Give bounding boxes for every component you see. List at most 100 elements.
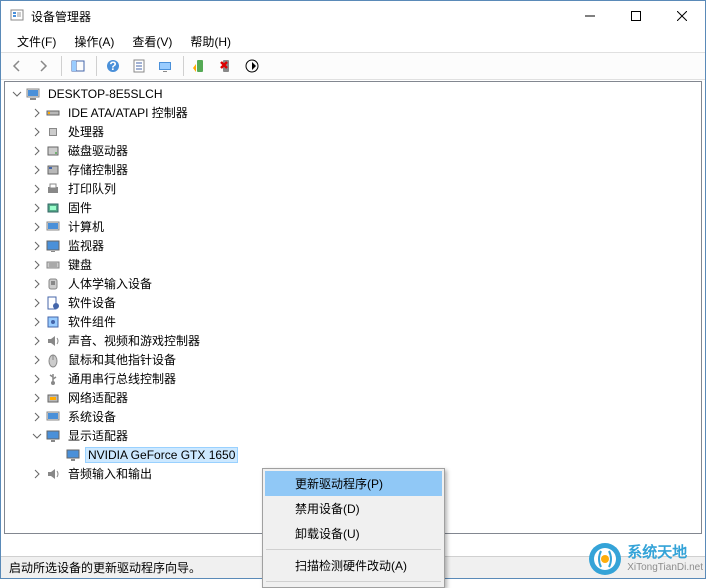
tree-category[interactable]: 系统设备 xyxy=(5,407,701,426)
menubar: 文件(F) 操作(A) 查看(V) 帮助(H) xyxy=(1,31,705,52)
menu-action[interactable]: 操作(A) xyxy=(66,31,122,52)
root-label[interactable]: DESKTOP-8E5SLCH xyxy=(45,86,166,102)
chevron-right-icon[interactable] xyxy=(29,143,45,159)
category-label[interactable]: 通用串行总线控制器 xyxy=(65,369,179,388)
device-category-icon xyxy=(45,257,61,273)
device-category-icon xyxy=(45,219,61,235)
tree-category[interactable]: 软件组件 xyxy=(5,312,701,331)
uninstall-button[interactable] xyxy=(214,54,238,78)
chevron-down-icon[interactable] xyxy=(9,86,25,102)
device-label[interactable]: NVIDIA GeForce GTX 1650 xyxy=(85,447,238,463)
category-label[interactable]: 监视器 xyxy=(65,236,107,255)
category-label[interactable]: 存储控制器 xyxy=(65,160,131,179)
category-label[interactable]: 音频输入和输出 xyxy=(65,464,155,483)
device-category-icon xyxy=(45,314,61,330)
properties-button[interactable] xyxy=(127,54,151,78)
tree-category[interactable]: IDE ATA/ATAPI 控制器 xyxy=(5,103,701,122)
toolbar-separator xyxy=(96,56,97,76)
device-tree[interactable]: DESKTOP-8E5SLCH IDE ATA/ATAPI 控制器处理器磁盘驱动… xyxy=(4,81,702,534)
titlebar: 设备管理器 xyxy=(1,1,705,31)
maximize-button[interactable] xyxy=(613,1,659,31)
category-label[interactable]: 软件设备 xyxy=(65,293,119,312)
tree-category[interactable]: 网络适配器 xyxy=(5,388,701,407)
category-label[interactable]: 固件 xyxy=(65,198,95,217)
tree-category[interactable]: 监视器 xyxy=(5,236,701,255)
chevron-right-icon[interactable] xyxy=(29,162,45,178)
tree-category[interactable]: 通用串行总线控制器 xyxy=(5,369,701,388)
status-text: 启动所选设备的更新驱动程序向导。 xyxy=(9,559,201,576)
tree-device-gpu[interactable]: NVIDIA GeForce GTX 1650 xyxy=(5,445,701,464)
display-adapter-icon xyxy=(45,428,61,444)
chevron-right-icon[interactable] xyxy=(29,257,45,273)
device-category-icon xyxy=(45,162,61,178)
scan-button[interactable] xyxy=(153,54,177,78)
tree-category[interactable]: 固件 xyxy=(5,198,701,217)
ctx-disable-device[interactable]: 禁用设备(D) xyxy=(265,496,442,521)
tree-category[interactable]: 存储控制器 xyxy=(5,160,701,179)
chevron-down-icon[interactable] xyxy=(29,428,45,444)
category-label[interactable]: 软件组件 xyxy=(65,312,119,331)
chevron-right-icon[interactable] xyxy=(29,314,45,330)
chevron-right-icon[interactable] xyxy=(29,238,45,254)
chevron-right-icon[interactable] xyxy=(29,105,45,121)
category-label[interactable]: 人体学输入设备 xyxy=(65,274,155,293)
category-label[interactable]: 打印队列 xyxy=(65,179,119,198)
back-button[interactable] xyxy=(5,54,29,78)
tree-category[interactable]: 声音、视频和游戏控制器 xyxy=(5,331,701,350)
toolbar: ? xyxy=(1,52,705,80)
tree-category[interactable]: 处理器 xyxy=(5,122,701,141)
tree-category[interactable]: 鼠标和其他指针设备 xyxy=(5,350,701,369)
window-title: 设备管理器 xyxy=(31,8,567,25)
chevron-right-icon[interactable] xyxy=(29,295,45,311)
tree-root[interactable]: DESKTOP-8E5SLCH xyxy=(5,84,701,103)
device-category-icon xyxy=(45,181,61,197)
chevron-right-icon[interactable] xyxy=(29,352,45,368)
forward-button[interactable] xyxy=(31,54,55,78)
category-label[interactable]: 磁盘驱动器 xyxy=(65,141,131,160)
show-hide-button[interactable] xyxy=(66,54,90,78)
category-label[interactable]: 鼠标和其他指针设备 xyxy=(65,350,179,369)
ctx-uninstall-device[interactable]: 卸载设备(U) xyxy=(265,521,442,546)
update-button[interactable] xyxy=(240,54,264,78)
help-button[interactable]: ? xyxy=(101,54,125,78)
tree-category[interactable]: 键盘 xyxy=(5,255,701,274)
category-label[interactable]: IDE ATA/ATAPI 控制器 xyxy=(65,103,191,122)
category-label[interactable]: 系统设备 xyxy=(65,407,119,426)
chevron-right-icon[interactable] xyxy=(29,371,45,387)
chevron-right-icon[interactable] xyxy=(29,466,45,482)
category-label[interactable]: 显示适配器 xyxy=(65,426,131,445)
tree-category[interactable]: 人体学输入设备 xyxy=(5,274,701,293)
enable-button[interactable] xyxy=(188,54,212,78)
toolbar-separator xyxy=(61,56,62,76)
category-label[interactable]: 网络适配器 xyxy=(65,388,131,407)
minimize-button[interactable] xyxy=(567,1,613,31)
ctx-scan-hardware[interactable]: 扫描检测硬件改动(A) xyxy=(265,553,442,578)
tree-category[interactable]: 软件设备 xyxy=(5,293,701,312)
close-button[interactable] xyxy=(659,1,705,31)
menu-file[interactable]: 文件(F) xyxy=(9,31,64,52)
tree-category-display[interactable]: 显示适配器 xyxy=(5,426,701,445)
category-label[interactable]: 计算机 xyxy=(65,217,107,236)
chevron-right-icon[interactable] xyxy=(29,200,45,216)
chevron-right-icon[interactable] xyxy=(29,219,45,235)
watermark: 系统天地 XiTongTianDi.net xyxy=(587,541,703,577)
tree-category[interactable]: 打印队列 xyxy=(5,179,701,198)
category-label[interactable]: 键盘 xyxy=(65,255,95,274)
expander-empty xyxy=(49,447,65,463)
watermark-icon xyxy=(587,541,623,577)
chevron-right-icon[interactable] xyxy=(29,390,45,406)
menu-help[interactable]: 帮助(H) xyxy=(182,31,239,52)
category-label[interactable]: 声音、视频和游戏控制器 xyxy=(65,331,203,350)
chevron-right-icon[interactable] xyxy=(29,333,45,349)
chevron-right-icon[interactable] xyxy=(29,124,45,140)
device-category-icon xyxy=(45,143,61,159)
chevron-right-icon[interactable] xyxy=(29,409,45,425)
ctx-update-driver[interactable]: 更新驱动程序(P) xyxy=(265,471,442,496)
menu-view[interactable]: 查看(V) xyxy=(124,31,180,52)
device-category-icon xyxy=(45,352,61,368)
chevron-right-icon[interactable] xyxy=(29,181,45,197)
tree-category[interactable]: 计算机 xyxy=(5,217,701,236)
tree-category[interactable]: 磁盘驱动器 xyxy=(5,141,701,160)
category-label[interactable]: 处理器 xyxy=(65,122,107,141)
chevron-right-icon[interactable] xyxy=(29,276,45,292)
